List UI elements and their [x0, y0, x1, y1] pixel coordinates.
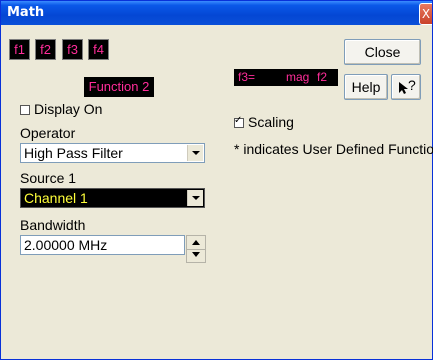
chevron-down-icon[interactable] — [187, 190, 203, 206]
scaling-label: Scaling — [248, 114, 294, 130]
question-mark-icon: ? — [408, 77, 416, 93]
math-dialog: Math X f1 f2 f3 f4 Close f3= mag f2 Help… — [0, 0, 433, 360]
operator-select[interactable]: High Pass Filter — [20, 143, 205, 163]
pointer-arrow-icon — [399, 82, 408, 94]
window-title: Math — [7, 5, 45, 20]
user-defined-note: * indicates User Defined Function — [234, 141, 433, 157]
whats-this-button[interactable]: ? — [391, 74, 421, 100]
function-header: Function 2 — [84, 77, 154, 97]
bandwidth-label: Bandwidth — [20, 217, 86, 233]
f1-button[interactable]: f1 — [9, 39, 30, 60]
expression-argument: f2 — [317, 70, 328, 84]
chevron-down-icon[interactable] — [187, 145, 203, 161]
help-button[interactable]: Help — [344, 74, 388, 100]
display-on-checkbox[interactable] — [20, 105, 30, 115]
spin-up-icon[interactable] — [187, 236, 205, 250]
f3-button[interactable]: f3 — [62, 39, 83, 60]
expression-operator: mag — [286, 70, 310, 84]
function-expression: f3= mag f2 — [234, 69, 338, 86]
source1-select[interactable]: Channel 1 — [20, 188, 205, 208]
bandwidth-stepper[interactable] — [186, 235, 206, 263]
display-on-label: Display On — [34, 101, 103, 117]
bandwidth-value: 2.00000 MHz — [24, 237, 108, 253]
close-button[interactable]: Close — [344, 39, 421, 65]
operator-value: High Pass Filter — [24, 145, 123, 161]
f2-button[interactable]: f2 — [35, 39, 56, 60]
scaling-checkbox[interactable] — [234, 115, 244, 128]
source1-value: Channel 1 — [24, 190, 88, 206]
expression-lhs: f3= — [238, 70, 256, 84]
spin-down-icon[interactable] — [187, 249, 205, 262]
bandwidth-input[interactable]: 2.00000 MHz — [20, 235, 185, 255]
f4-button[interactable]: f4 — [88, 39, 109, 60]
title-bar[interactable]: Math X — [1, 1, 432, 25]
window-close-icon[interactable]: X — [419, 3, 432, 25]
operator-label: Operator — [20, 125, 76, 141]
source1-label: Source 1 — [20, 170, 77, 186]
